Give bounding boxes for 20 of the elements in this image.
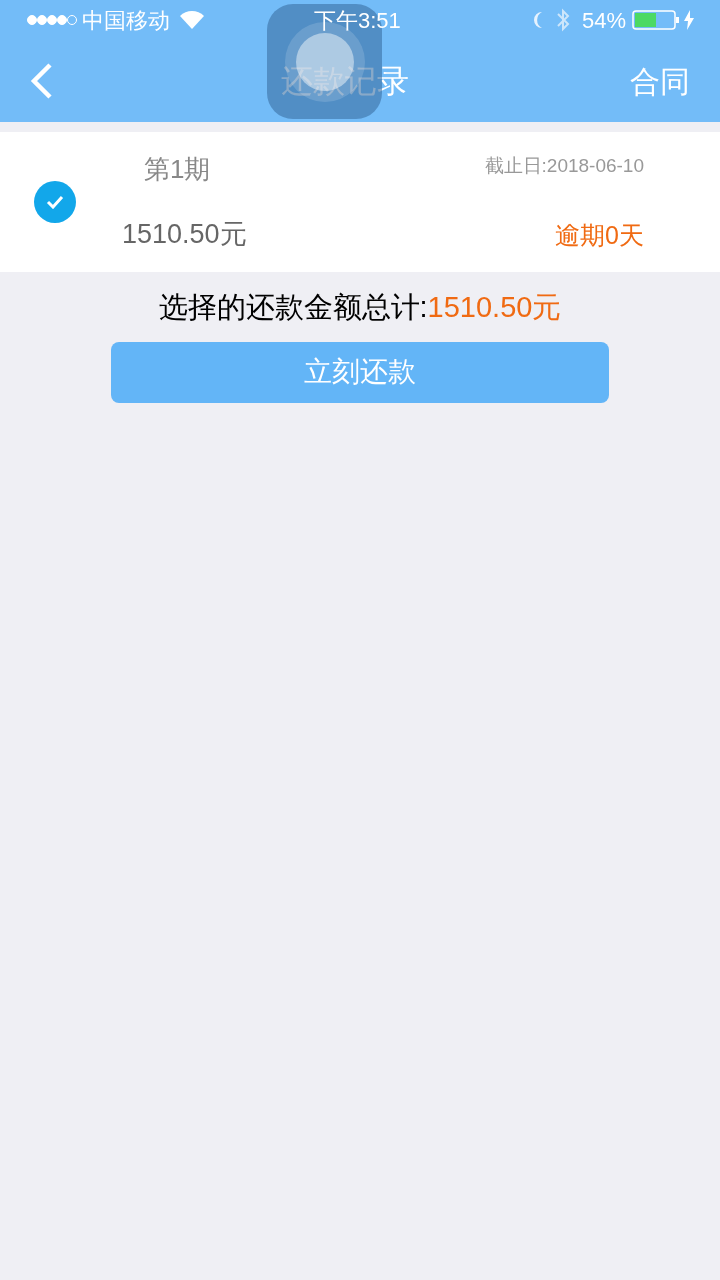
charging-icon [684, 10, 694, 30]
amount-text: 1510.50元 [122, 217, 247, 251]
due-date: 截止日:2018-06-10 [484, 154, 644, 178]
check-icon [46, 195, 64, 209]
signal-icon [26, 14, 78, 26]
battery-percent: 54% [581, 6, 626, 35]
period-label: 第1期 [144, 153, 211, 186]
battery-icon [632, 10, 680, 30]
carrier-name: 中国移动 [82, 6, 170, 35]
back-icon [30, 61, 54, 101]
pay-now-button[interactable]: 立刻还款 [111, 341, 609, 403]
bluetooth-icon [555, 8, 570, 32]
status-time: 下午3:51 [314, 6, 401, 35]
checkbox[interactable] [34, 181, 76, 223]
overdue-days: 逾期0天 [555, 216, 644, 254]
installment-card[interactable]: 第1期 截止日:2018-06-10 1510.50元 逾期0天 [0, 132, 720, 272]
contract-link[interactable]: 合同 [630, 58, 690, 104]
total-amount: 1510.50元 [427, 290, 562, 325]
wifi-icon [180, 11, 204, 29]
total-label: 选择的还款金额总计: [158, 290, 428, 325]
